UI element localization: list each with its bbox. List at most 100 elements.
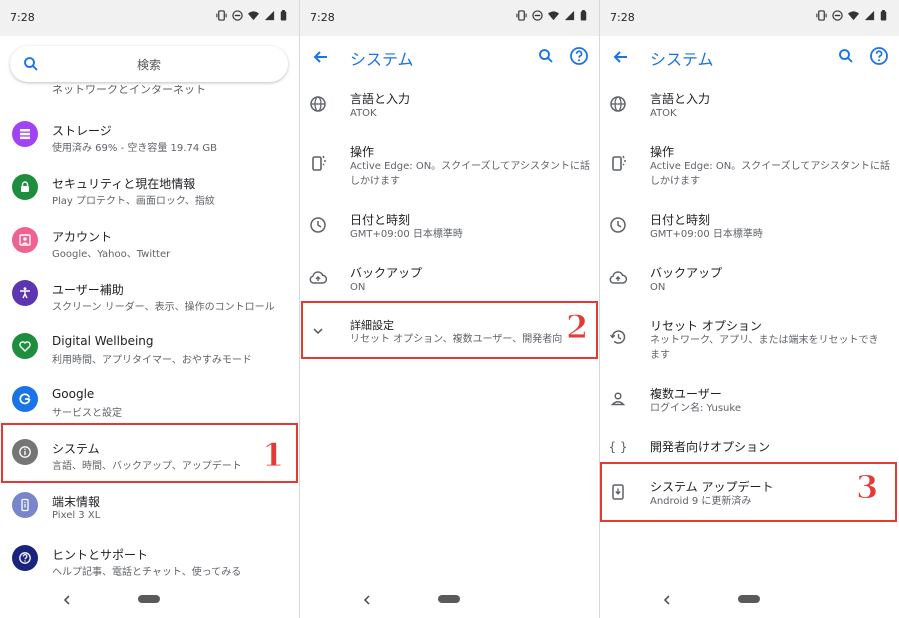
app-bar: システム bbox=[300, 36, 599, 78]
nav-home-pill[interactable] bbox=[738, 595, 760, 603]
nav-home-pill[interactable] bbox=[438, 595, 460, 603]
item-subtitle: Active Edge: ON。スクイーズしてアシスタントに話 bbox=[650, 161, 890, 172]
status-time: 7:28 bbox=[610, 11, 635, 24]
item-subtitle: スクリーン リーダー、表示、操作のコントロール bbox=[52, 302, 275, 313]
item-subtitle: GMT+09:00 日本標準時 bbox=[650, 229, 763, 240]
item-title: ストレージ bbox=[52, 124, 112, 138]
settings-item-digital-wellbeing[interactable]: Digital Wellbeing 利用時間、アプリタイマー、おやすみモード bbox=[0, 328, 299, 370]
item-title: 操作 bbox=[650, 145, 675, 159]
navigation-bar bbox=[300, 582, 599, 618]
screen-settings-main: 7:28 検索 ネットワークとインターネット ストレージ 使用済み 69% - … bbox=[0, 0, 299, 618]
settings-item-google[interactable]: Google サービスと設定 bbox=[0, 381, 299, 423]
help-icon[interactable] bbox=[869, 46, 889, 66]
do-not-disturb-icon bbox=[232, 10, 243, 21]
settings-item-storage[interactable]: ストレージ 使用済み 69% - 空き容量 19.74 GB bbox=[0, 116, 299, 158]
settings-item-about-phone[interactable]: 端末情報 Pixel 3 XL bbox=[0, 487, 299, 529]
search-icon[interactable] bbox=[837, 47, 855, 65]
back-arrow-icon[interactable] bbox=[310, 46, 332, 68]
item-title: 日付と時刻 bbox=[350, 213, 411, 227]
item-subtitle-line2: しかけます bbox=[350, 176, 400, 187]
system-item-backup[interactable]: バックアップ ON bbox=[300, 260, 599, 300]
settings-item-account[interactable]: アカウント Google、Yahoo、Twitter bbox=[0, 222, 299, 264]
item-title: Digital Wellbeing bbox=[52, 334, 154, 348]
help-icon bbox=[12, 545, 38, 571]
item-subtitle: ON bbox=[650, 282, 666, 293]
item-subtitle: 利用時間、アプリタイマー、おやすみモード bbox=[52, 355, 252, 366]
status-icons bbox=[216, 10, 291, 21]
item-subtitle: Pixel 3 XL bbox=[52, 510, 101, 521]
person-icon bbox=[608, 389, 628, 409]
item-subtitle: Google、Yahoo、Twitter bbox=[52, 249, 171, 260]
step-number-1: 1 bbox=[261, 436, 285, 475]
nav-back-icon[interactable] bbox=[60, 592, 74, 606]
item-title: バックアップ bbox=[350, 266, 423, 280]
search-placeholder: 検索 bbox=[136, 58, 161, 72]
nav-back-icon[interactable] bbox=[360, 592, 374, 606]
item-subtitle: ログイン名: Yusuke bbox=[650, 403, 741, 414]
account-icon bbox=[12, 227, 38, 253]
gesture-icon bbox=[608, 153, 628, 173]
system-item-multiple-users[interactable]: 複数ユーザー ログイン名: Yusuke bbox=[600, 381, 899, 421]
highlight-box-3 bbox=[600, 462, 897, 522]
lock-icon bbox=[12, 174, 38, 200]
page-title: システム bbox=[650, 50, 714, 69]
signal-icon bbox=[564, 10, 575, 21]
highlight-box-1 bbox=[1, 423, 298, 483]
back-arrow-icon[interactable] bbox=[610, 46, 632, 68]
item-title: アカウント bbox=[52, 230, 113, 244]
gesture-icon bbox=[308, 153, 328, 173]
highlight-box-2 bbox=[301, 301, 598, 359]
clock-icon bbox=[308, 215, 328, 235]
vibrate-icon bbox=[816, 10, 827, 21]
settings-item-tips-support[interactable]: ヒントとサポート ヘルプ記事、電話とチャット、使ってみる bbox=[0, 540, 299, 582]
item-title: ユーザー補助 bbox=[52, 283, 124, 297]
system-item-date-time[interactable]: 日付と時刻 GMT+09:00 日本標準時 bbox=[300, 207, 599, 247]
page-title: システム bbox=[350, 50, 414, 69]
system-item-date-time[interactable]: 日付と時刻 GMT+09:00 日本標準時 bbox=[600, 207, 899, 247]
vibrate-icon bbox=[216, 10, 227, 21]
settings-item-accessibility[interactable]: ユーザー補助 スクリーン リーダー、表示、操作のコントロール bbox=[0, 275, 299, 317]
battery-icon bbox=[280, 10, 291, 21]
system-item-language[interactable]: 言語と入力 ATOK bbox=[600, 86, 899, 126]
status-time: 7:28 bbox=[310, 11, 335, 24]
storage-icon bbox=[12, 121, 38, 147]
item-subtitle: ATOK bbox=[350, 108, 377, 119]
item-title: バックアップ bbox=[650, 266, 723, 280]
battery-icon bbox=[880, 10, 891, 21]
step-number-3: 3 bbox=[855, 468, 879, 507]
screen-system-settings-expanded: 7:28 システム 言語と入力 ATOK 操作 Active Edge: ON。… bbox=[600, 0, 899, 618]
battery-icon bbox=[580, 10, 591, 21]
wifi-icon bbox=[248, 10, 259, 21]
system-item-language[interactable]: 言語と入力 ATOK bbox=[300, 86, 599, 126]
nav-back-icon[interactable] bbox=[660, 592, 674, 606]
backup-icon bbox=[608, 268, 628, 288]
item-title: 言語と入力 bbox=[650, 92, 711, 106]
search-icon[interactable] bbox=[537, 47, 555, 65]
accessibility-icon bbox=[12, 280, 38, 306]
item-subtitle-line2: ます bbox=[650, 350, 670, 361]
system-item-developer-options[interactable]: { } 開発者向けオプション bbox=[600, 434, 899, 460]
signal-icon bbox=[264, 10, 275, 21]
item-title: リセット オプション bbox=[650, 319, 762, 333]
system-item-gestures[interactable]: 操作 Active Edge: ON。スクイーズしてアシスタントに話 しかけます bbox=[600, 139, 899, 189]
globe-icon bbox=[608, 94, 628, 114]
clock-icon bbox=[608, 215, 628, 235]
status-icons bbox=[516, 10, 591, 21]
nav-home-pill[interactable] bbox=[138, 595, 160, 603]
system-item-reset-options[interactable]: リセット オプション ネットワーク、アプリ、または端末をリセットでき ます bbox=[600, 313, 899, 363]
settings-item-security[interactable]: セキュリティと現在地情報 Play プロテクト、画面ロック、指紋 bbox=[0, 169, 299, 211]
item-subtitle: ON bbox=[350, 282, 366, 293]
item-title: 言語と入力 bbox=[350, 92, 411, 106]
system-item-gestures[interactable]: 操作 Active Edge: ON。スクイーズしてアシスタントに話 しかけます bbox=[300, 139, 599, 189]
search-bar[interactable]: 検索 bbox=[10, 46, 288, 82]
status-icons bbox=[816, 10, 891, 21]
wifi-icon bbox=[548, 10, 559, 21]
history-icon bbox=[608, 327, 628, 347]
help-icon[interactable] bbox=[569, 46, 589, 66]
item-subtitle: サービスと設定 bbox=[52, 408, 122, 419]
navigation-bar bbox=[600, 582, 899, 618]
partial-item-text: ネットワークとインターネット bbox=[52, 85, 206, 95]
do-not-disturb-icon bbox=[532, 10, 543, 21]
item-subtitle: ヘルプ記事、電話とチャット、使ってみる bbox=[52, 567, 242, 578]
system-item-backup[interactable]: バックアップ ON bbox=[600, 260, 899, 300]
